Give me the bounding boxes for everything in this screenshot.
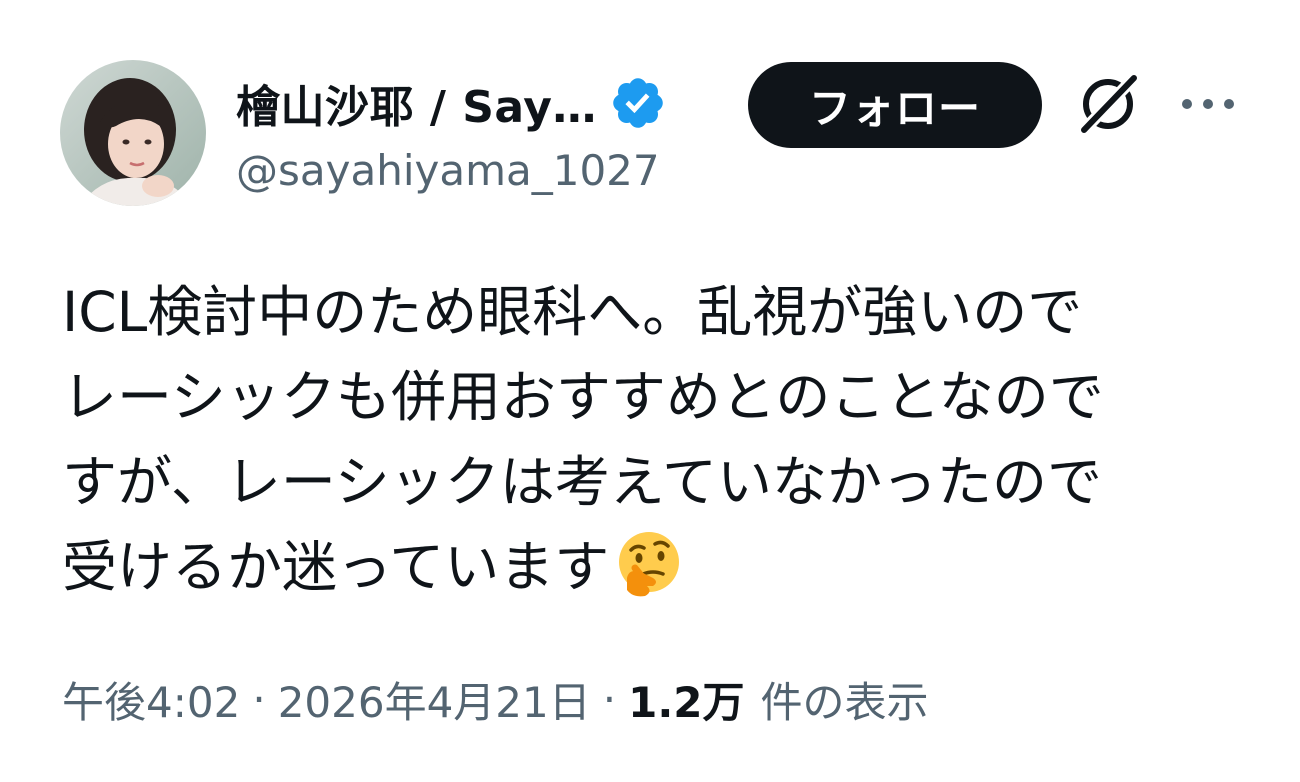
tweet-text-line: すが、レーシックは考えていなかったので (62, 450, 1103, 514)
grok-icon[interactable] (1072, 68, 1144, 140)
meta-separator: · (602, 674, 617, 724)
views-label: 件の表示 (760, 677, 929, 727)
tweet-date-link[interactable]: 2026年4月21日 (278, 669, 591, 730)
tweet-text-last-segment: 受けるか迷っています (62, 535, 610, 599)
views-count: 1.2万 (628, 677, 745, 727)
tweet-text-line: レーシックも併用おすすめとのことなので (62, 365, 1104, 429)
display-name[interactable]: 檜山沙耶 / Say… (236, 71, 597, 135)
tweet-text-line-last: 受けるか迷っています (62, 525, 1252, 610)
tweet-text-line: ICL検討中のため眼科へ。乱視が強いので (62, 280, 1083, 344)
thinking-face-emoji-icon (613, 528, 685, 600)
avatar[interactable] (60, 60, 206, 206)
avatar-image (60, 60, 206, 206)
follow-button[interactable]: フォロー (748, 62, 1042, 148)
tweet-meta: 午後4:02 · 2026年4月21日 · 1.2万 件の表示 (62, 664, 929, 734)
author-name-row: 檜山沙耶 / Say… (236, 70, 667, 136)
tweet-time: 午後4:02 (62, 677, 241, 727)
tweet-date: 2026年4月21日 (277, 677, 591, 727)
verified-badge-icon[interactable] (609, 74, 667, 132)
tweet-text: ICL検討中のため眼科へ。乱視が強いので レーシックも併用おすすめとのことなので… (62, 270, 1252, 610)
author-handle[interactable]: @sayahiyama_1027 (236, 146, 660, 195)
more-horizontal-icon[interactable] (1178, 82, 1238, 126)
meta-separator: · (252, 674, 266, 724)
tweet-time-link[interactable]: 午後4:02 (62, 669, 240, 730)
